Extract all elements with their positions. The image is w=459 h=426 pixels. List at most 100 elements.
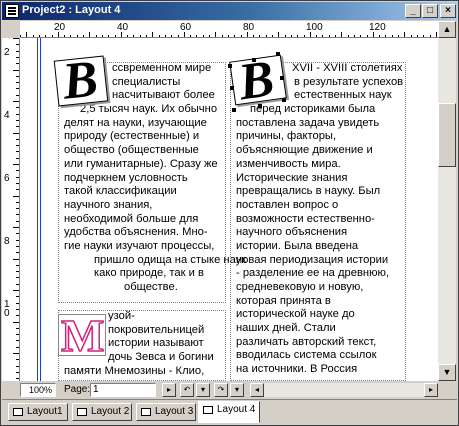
text-line: объясняющие движение и bbox=[236, 144, 373, 157]
dropdown-icon[interactable]: ▾ bbox=[230, 383, 244, 397]
ruler-tick bbox=[13, 321, 19, 323]
text-line: поставлена задача увидеть bbox=[236, 116, 380, 129]
title-bar[interactable]: Project2 : Layout 4 _ □ × bbox=[2, 2, 457, 20]
dropdown-icon[interactable]: ▾ bbox=[196, 383, 210, 397]
selection-handle[interactable] bbox=[232, 108, 236, 112]
text-line: возможности естественно- bbox=[236, 212, 375, 225]
ruler-tick bbox=[16, 220, 19, 222]
ruler-tick bbox=[13, 132, 19, 134]
text-line: памяти Мнемозины - Клио, bbox=[64, 364, 205, 377]
ruler-label: 2 bbox=[4, 47, 10, 58]
undo-icon[interactable]: ↶ bbox=[180, 383, 194, 397]
scroll-right-button[interactable]: ▸ bbox=[424, 383, 438, 397]
ruler-tick bbox=[16, 346, 19, 348]
text-line: наших дней. Стали bbox=[236, 322, 336, 335]
selection-handle[interactable] bbox=[230, 86, 234, 90]
ruler-tick bbox=[13, 227, 19, 228]
ruler-tick bbox=[16, 378, 19, 380]
ruler-tick bbox=[16, 44, 19, 46]
ruler-tick bbox=[16, 126, 19, 128]
tab-layout3[interactable]: Layout 3 bbox=[136, 403, 196, 421]
zoom-field[interactable]: 100% bbox=[20, 383, 56, 397]
text-line: такой классификации bbox=[64, 185, 177, 198]
selection-handle[interactable] bbox=[282, 98, 286, 102]
text-line: - разделение ее на древнюю, bbox=[236, 267, 389, 280]
ruler-tick bbox=[16, 365, 19, 367]
dropcap-image-bottom[interactable]: М bbox=[58, 309, 106, 362]
text-line: различать авторский текст, bbox=[236, 335, 377, 348]
dropcap-image-left[interactable]: B bbox=[53, 50, 109, 111]
layout-icon bbox=[13, 408, 23, 416]
ruler-tick bbox=[16, 327, 19, 329]
scroll-down-button[interactable]: ▼ bbox=[438, 364, 456, 381]
document-window: Project2 : Layout 4 _ □ × 20 40 60 80 100 120… bbox=[0, 0, 459, 426]
tab-label: Layout 2 bbox=[91, 406, 130, 417]
selection-handle[interactable] bbox=[228, 64, 232, 68]
dropcap-image-right[interactable]: B bbox=[229, 50, 287, 111]
ruler-tick bbox=[16, 63, 19, 65]
tab-layout1[interactable]: Layout1 bbox=[8, 403, 68, 421]
ruler-tick bbox=[16, 277, 19, 279]
ruler-label: 100 bbox=[306, 22, 323, 33]
layout-canvas[interactable]: ссвременном мире специалисты насчитывают б… bbox=[20, 38, 438, 381]
text-line: необходимой больше для bbox=[64, 212, 199, 225]
vertical-scrollbar[interactable]: ▲ ▼ bbox=[438, 21, 456, 381]
ruler-tick bbox=[16, 176, 19, 178]
ruler-tick bbox=[16, 283, 19, 285]
text-line: истории. Была введена bbox=[236, 239, 359, 252]
dropcap-letter: B bbox=[60, 50, 101, 111]
ruler-label: 10 bbox=[4, 299, 10, 319]
tab-layout2[interactable]: Layout 2 bbox=[72, 403, 132, 421]
document-icon[interactable] bbox=[5, 4, 19, 18]
ruler-tick bbox=[13, 290, 19, 291]
minimize-button[interactable]: _ bbox=[405, 4, 421, 18]
text-line: како природе, так и в bbox=[94, 267, 204, 280]
ruler-tick bbox=[16, 107, 19, 109]
horizontal-ruler[interactable]: 20 40 60 80 100 120 bbox=[20, 21, 438, 38]
text-line: исторической науке до bbox=[236, 308, 355, 321]
ruler-label: 20 bbox=[54, 22, 66, 33]
ruler-corner[interactable] bbox=[2, 21, 20, 38]
text-line: природу (естественные) и bbox=[64, 130, 200, 143]
tab-label: Layout 4 bbox=[217, 404, 256, 415]
text-line: которая принята в bbox=[236, 294, 331, 307]
close-button[interactable]: × bbox=[440, 4, 456, 18]
ruler-tick bbox=[16, 82, 19, 84]
next-page-icon[interactable]: ▸ bbox=[162, 383, 176, 397]
scroll-up-button[interactable]: ▲ bbox=[438, 21, 456, 38]
selection-handle[interactable] bbox=[258, 104, 262, 108]
selection-handle[interactable] bbox=[252, 58, 256, 62]
scroll-thumb[interactable] bbox=[438, 103, 456, 167]
ruler-label: 4 bbox=[4, 110, 10, 121]
text-line: причины, факторы, bbox=[236, 130, 337, 143]
ruler-label: 80 bbox=[243, 22, 255, 33]
page-input[interactable]: 1 bbox=[90, 383, 156, 397]
text-line: превращались в науку. Был bbox=[236, 185, 381, 198]
ruler-label: 40 bbox=[117, 22, 129, 33]
layout-icon bbox=[141, 408, 151, 416]
text-line: вводилась система ссылок bbox=[236, 349, 377, 362]
tab-label: Layout1 bbox=[27, 406, 63, 417]
scroll-left-button[interactable]: ◂ bbox=[250, 383, 264, 397]
ruler-label: 6 bbox=[4, 173, 10, 184]
tab-label: Layout 3 bbox=[155, 406, 194, 417]
selection-handle[interactable] bbox=[280, 76, 284, 80]
ruler-tick bbox=[16, 157, 19, 159]
redo-icon[interactable]: ↷ bbox=[214, 383, 228, 397]
ruler-tick bbox=[16, 138, 19, 140]
text-line: средневековую и новую, bbox=[236, 281, 364, 293]
ruler-tick bbox=[16, 239, 19, 241]
dropcap-letter: B bbox=[235, 50, 278, 112]
vertical-ruler[interactable]: 2 4 6 8 10 bbox=[2, 38, 20, 381]
text-line: новая периодизация истории bbox=[236, 253, 389, 266]
ruler-tick bbox=[16, 315, 19, 317]
selection-handle[interactable] bbox=[276, 52, 280, 56]
status-bar: 100% Page: 1 ▸ ↶ ▾ ↷ ▾ ◂ ▸ bbox=[2, 381, 457, 399]
layout-tab-bar: Layout1 Layout 2 Layout 3 Layout 4 bbox=[2, 399, 457, 425]
horizontal-scrollbar[interactable]: ◂ ▸ bbox=[250, 383, 438, 397]
ruler-tick bbox=[13, 101, 19, 102]
maximize-button[interactable]: □ bbox=[422, 4, 438, 18]
text-line: поставлен вопрос о bbox=[236, 198, 339, 211]
text-line: общество (общественные bbox=[64, 144, 199, 157]
tab-layout4[interactable]: Layout 4 bbox=[198, 401, 260, 423]
